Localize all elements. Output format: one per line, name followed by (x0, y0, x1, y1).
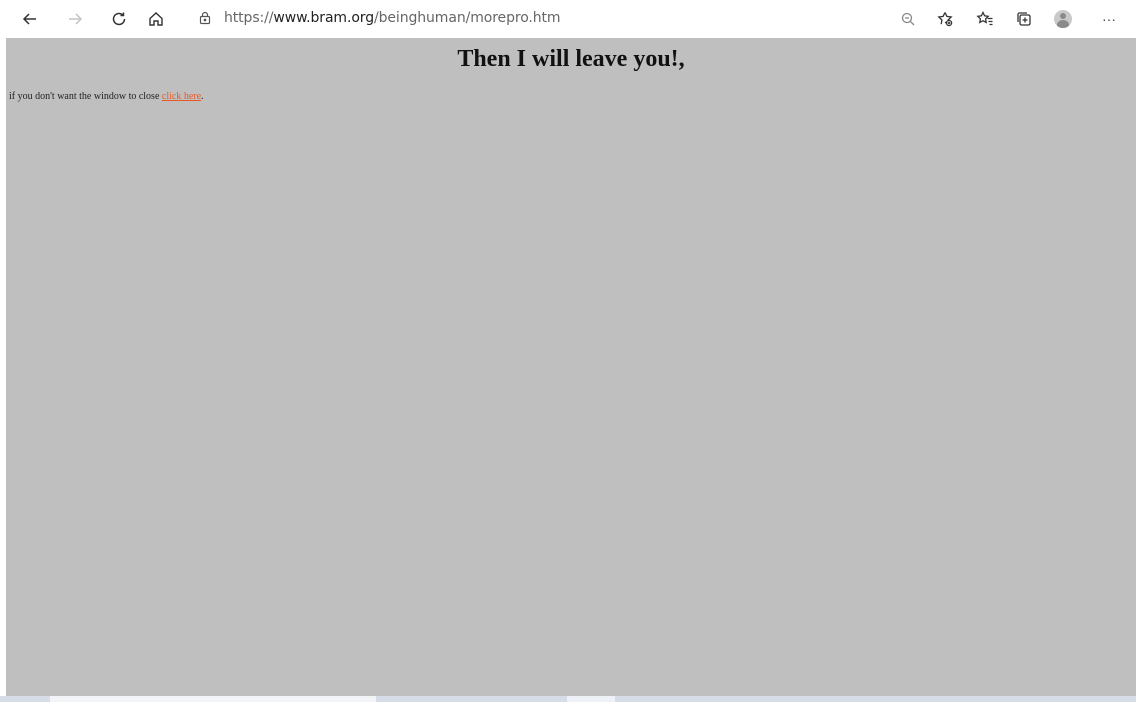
taskbar-segment (567, 696, 615, 702)
message-text: if you don't want the window to close (9, 91, 162, 102)
add-favorite-icon (937, 12, 953, 27)
refresh-icon (112, 12, 126, 26)
refresh-button[interactable] (104, 4, 134, 34)
home-icon (149, 12, 163, 26)
profile-icon (1054, 10, 1072, 28)
taskbar-segment (50, 696, 376, 702)
url-path: /beinghuman/morepro.htm (373, 10, 561, 26)
back-button[interactable] (15, 4, 45, 34)
close-window-message: if you don't want the window to close cl… (9, 91, 204, 102)
click-here-link[interactable]: click here (162, 91, 201, 102)
favorites-icon (976, 11, 993, 26)
zoom-icon (901, 12, 915, 26)
zoom-button[interactable] (893, 4, 923, 34)
page-headline: Then I will leave you!, (457, 46, 685, 72)
more-button[interactable]: ··· (1094, 4, 1124, 34)
collections-icon (1017, 12, 1031, 26)
taskbar-strip (0, 696, 1136, 702)
forward-button[interactable] (60, 4, 90, 34)
lock-icon[interactable] (194, 7, 216, 29)
browser-toolbar: https://www.bram.org/beinghuman/morepro.… (0, 0, 1136, 37)
collections-button[interactable] (1009, 4, 1039, 34)
forward-arrow-icon (69, 13, 83, 25)
url-text[interactable]: https://www.bram.org/beinghuman/morepro.… (224, 10, 561, 26)
url-prefix: https:// (224, 10, 274, 26)
url-domain: www.bram.org (273, 10, 374, 26)
back-arrow-icon (22, 13, 36, 25)
favorites-button[interactable] (970, 4, 1000, 34)
message-period: . (201, 91, 204, 102)
add-favorite-button[interactable] (930, 4, 960, 34)
page-viewport: Then I will leave you!, if you don't wan… (6, 38, 1136, 696)
more-icon: ··· (1102, 11, 1116, 27)
address-bar[interactable]: https://www.bram.org/beinghuman/morepro.… (184, 4, 896, 32)
profile-button[interactable] (1048, 4, 1078, 34)
home-button[interactable] (141, 4, 171, 34)
